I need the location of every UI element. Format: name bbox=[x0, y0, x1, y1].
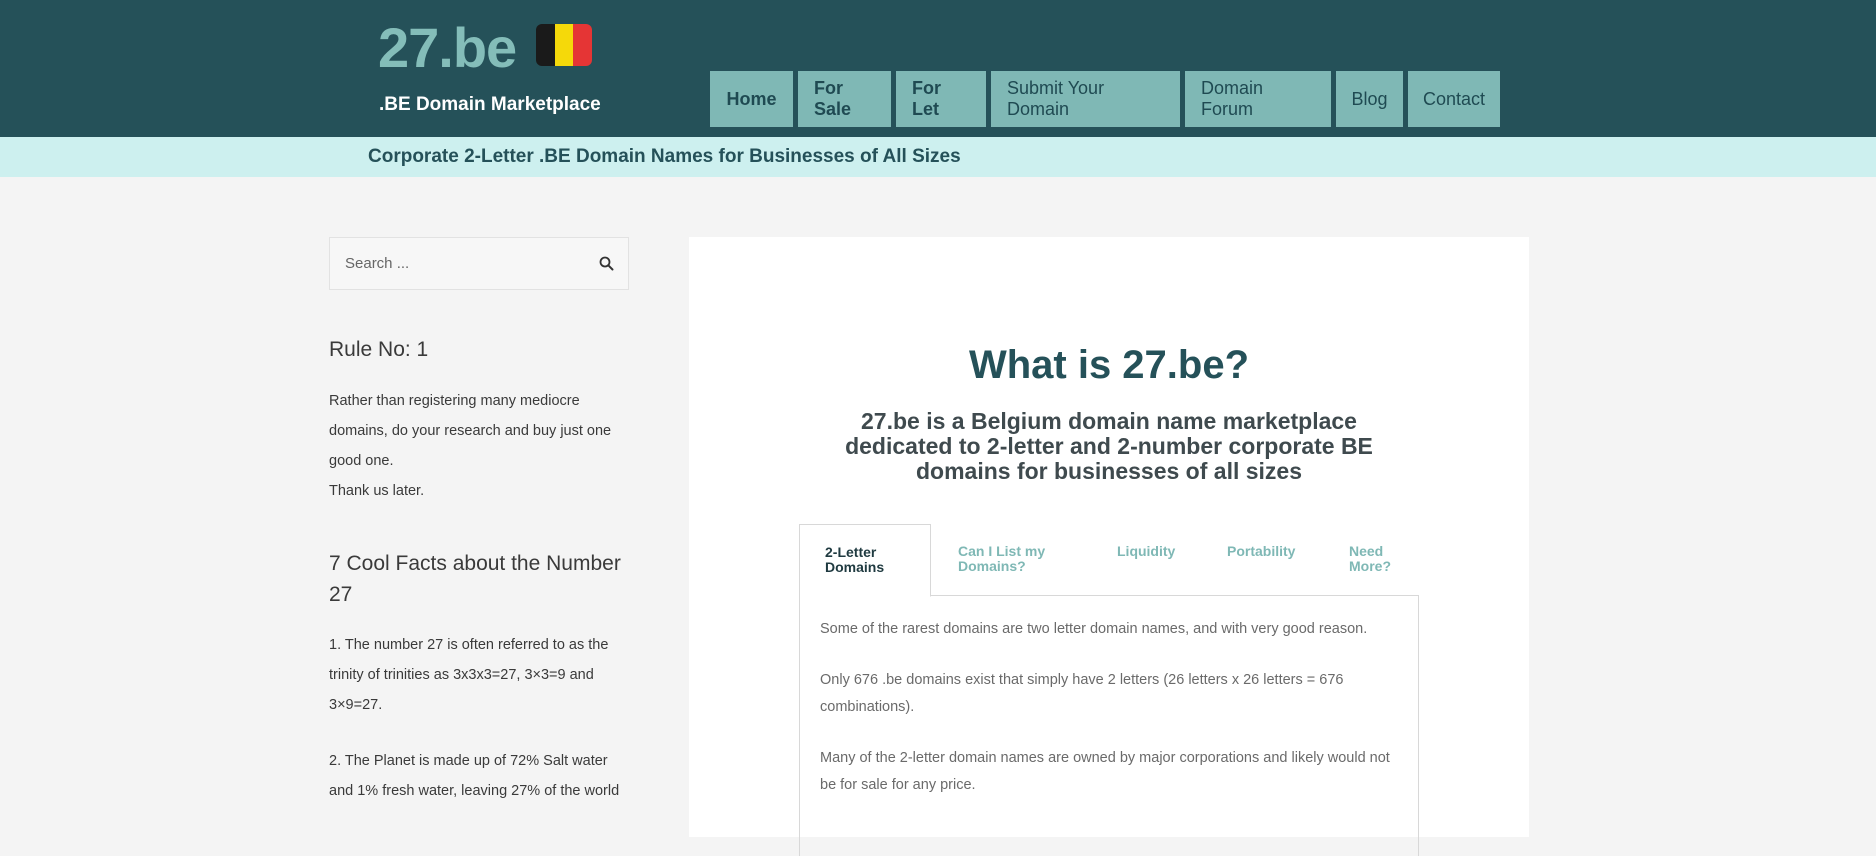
panel-paragraph: Some of the rarest domains are two lette… bbox=[820, 621, 1368, 637]
site-logo[interactable]: 27.be bbox=[378, 14, 517, 82]
main-content: What is 27.be? 27.be is a Belgium domain… bbox=[689, 237, 1529, 856]
search-form bbox=[329, 237, 629, 290]
site-tagline: .BE Domain Marketplace bbox=[379, 94, 601, 115]
flag-stripe-black bbox=[536, 24, 555, 66]
fact-item: 2. The Planet is made up of 72% Salt wat… bbox=[329, 753, 620, 799]
facts-widget-title: 7 Cool Facts about the Number 27 bbox=[329, 552, 621, 606]
site-header: 27.be .BE Domain Marketplace Home For Sa… bbox=[0, 0, 1876, 137]
page-title: What is 27.be? bbox=[968, 343, 1250, 387]
rule-line: Thank us later. bbox=[329, 483, 425, 499]
nav-blog[interactable]: Blog bbox=[1336, 71, 1403, 127]
flag-stripe-yellow bbox=[554, 24, 574, 66]
tab-need-more[interactable]: Need More? bbox=[1349, 524, 1409, 596]
tab-liquidity[interactable]: Liquidity bbox=[1117, 524, 1197, 596]
tab-portability[interactable]: Portability bbox=[1227, 524, 1317, 596]
panel-paragraph: Many of the 2-letter domain names are ow… bbox=[820, 750, 1390, 793]
page-subtitle: 27.be is a Belgium domain name marketpla… bbox=[845, 408, 1373, 484]
nav-domain-forum[interactable]: Domain Forum bbox=[1185, 71, 1331, 127]
nav-for-let[interactable]: For Let bbox=[896, 71, 986, 127]
tab-list: 2-Letter Domains Can I List my Domains? … bbox=[799, 524, 1419, 597]
rule-line: Rather than registering many mediocre do… bbox=[329, 393, 612, 469]
flag-stripe-red bbox=[573, 24, 592, 66]
panel-paragraph: Only 676 .be domains exist that simply h… bbox=[820, 672, 1344, 715]
main-nav: Home For Sale For Let Submit Your Domain… bbox=[710, 71, 1500, 127]
nav-submit-your-domain[interactable]: Submit Your Domain bbox=[991, 71, 1180, 127]
nav-contact[interactable]: Contact bbox=[1408, 71, 1500, 127]
nav-for-sale[interactable]: For Sale bbox=[798, 71, 891, 127]
sub-banner-text: Corporate 2-Letter .BE Domain Names for … bbox=[368, 146, 961, 167]
nav-home[interactable]: Home bbox=[710, 71, 793, 127]
rule-widget-text: Rather than registering many mediocre do… bbox=[329, 386, 629, 506]
belgium-flag-icon bbox=[536, 24, 592, 66]
rule-widget-title: Rule No: 1 bbox=[329, 338, 429, 361]
sub-banner: Corporate 2-Letter .BE Domain Names for … bbox=[0, 137, 1876, 177]
search-icon[interactable] bbox=[598, 255, 616, 273]
tab-2-letter-domains[interactable]: 2-Letter Domains bbox=[799, 524, 931, 597]
fact-item: 1. The number 27 is often referred to as… bbox=[329, 637, 609, 713]
tab-panel: Some of the rarest domains are two lette… bbox=[799, 596, 1419, 856]
search-input[interactable] bbox=[330, 238, 580, 289]
tab-can-i-list-my-domains[interactable]: Can I List my Domains? bbox=[958, 524, 1088, 596]
